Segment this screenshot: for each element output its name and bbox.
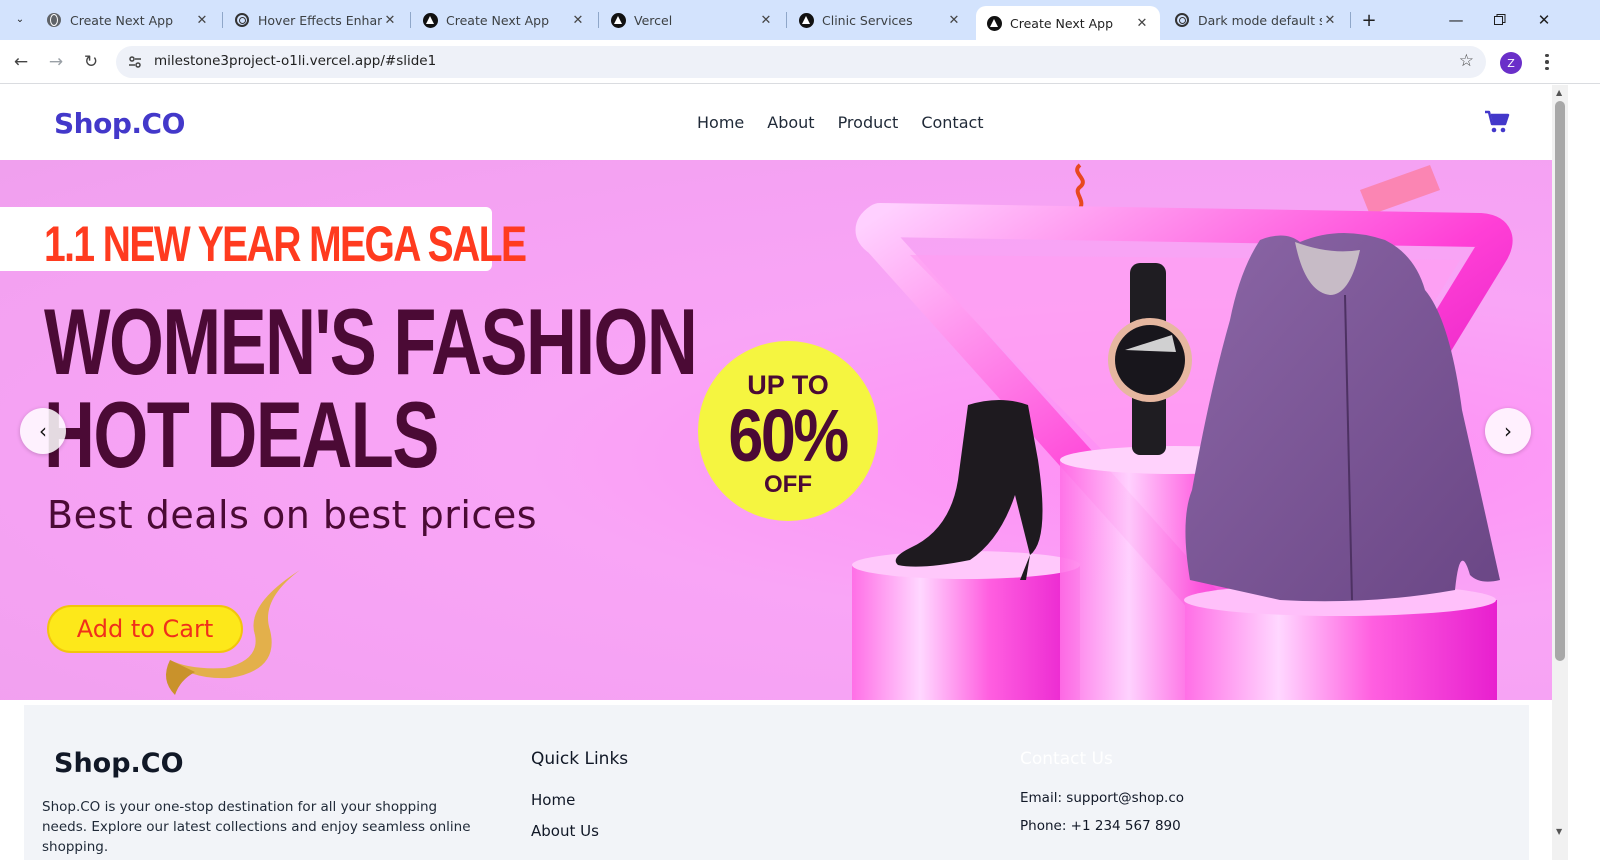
hero-headline-line-2: HOT DEALS: [44, 382, 439, 487]
tab-separator: [410, 12, 411, 28]
tab-separator: [786, 12, 787, 28]
hero-headline-line-1: WOMEN'S FASHION: [44, 289, 698, 394]
nav-product[interactable]: Product: [838, 113, 899, 132]
contact-phone: Phone: +1 234 567 890: [1020, 818, 1181, 834]
globe-icon: [46, 12, 62, 28]
tab-5[interactable]: Clinic Services ✕: [788, 7, 972, 33]
nav-home[interactable]: Home: [697, 113, 744, 132]
new-tab-plus-icon[interactable]: +: [1358, 9, 1380, 31]
vercel-icon: [610, 12, 626, 28]
scroll-thumb[interactable]: [1555, 101, 1565, 661]
sale-banner-text: 1.1 NEW YEAR MEGA SALE: [44, 216, 527, 272]
close-icon[interactable]: ✕: [382, 12, 398, 28]
openai-icon: [1174, 12, 1190, 28]
vercel-icon: [798, 12, 814, 28]
close-icon[interactable]: ✕: [1134, 15, 1150, 31]
browser-tab-bar: ⌄ Create Next App ✕ Hover Effects Enhanc…: [0, 0, 1600, 40]
browser-menu-icon[interactable]: [1540, 50, 1554, 74]
window-close-icon[interactable]: ✕: [1522, 0, 1566, 40]
tab-7[interactable]: Dark mode default set ✕: [1164, 7, 1348, 33]
tab-2[interactable]: Hover Effects Enhance ✕: [224, 7, 408, 33]
site-logo[interactable]: Shop.CO: [54, 107, 185, 140]
tab-title: Create Next App: [446, 12, 550, 28]
tab-title: Vercel: [634, 12, 673, 28]
address-bar[interactable]: milestone3project-o1li.vercel.app/#slide…: [116, 46, 1486, 78]
nav-about[interactable]: About: [767, 113, 814, 132]
vercel-icon: [422, 12, 438, 28]
carousel-next-button[interactable]: ›: [1485, 408, 1531, 454]
product-scene: [852, 163, 1513, 700]
scroll-down-arrow-icon[interactable]: ▼: [1556, 827, 1562, 836]
carousel-prev-button[interactable]: ‹: [20, 408, 66, 454]
back-arrow-icon[interactable]: ←: [8, 49, 34, 75]
hero-banner: 1.1 NEW YEAR MEGA SALE WOMEN'S FASHION H…: [0, 160, 1552, 700]
tab-title: Hover Effects Enhance: [258, 12, 382, 28]
main-nav: Home About Product Contact: [697, 113, 984, 132]
scroll-up-arrow-icon[interactable]: ▲: [1556, 88, 1562, 97]
tab-6-active[interactable]: Create Next App ✕: [976, 6, 1160, 40]
tab-title: Dark mode default set: [1198, 12, 1322, 28]
add-to-cart-button[interactable]: Add to Cart: [47, 605, 243, 653]
profile-avatar[interactable]: Z: [1500, 52, 1522, 74]
browser-toolbar: ← → ↻ milestone3project-o1li.vercel.app/…: [0, 40, 1600, 84]
close-icon[interactable]: ✕: [194, 12, 210, 28]
footer-link-about[interactable]: About Us: [531, 822, 599, 840]
close-icon[interactable]: ✕: [946, 12, 962, 28]
reload-icon[interactable]: ↻: [78, 49, 104, 75]
close-icon[interactable]: ✕: [570, 12, 586, 28]
tab-title: Create Next App: [1010, 15, 1114, 31]
tab-search-icon[interactable]: ⌄: [9, 8, 31, 30]
discount-badge: UP TO 60% OFF: [698, 341, 878, 521]
cart-icon[interactable]: [1484, 109, 1510, 135]
sale-banner: 1.1 NEW YEAR MEGA SALE: [0, 207, 527, 272]
site-settings-icon[interactable]: [126, 53, 144, 71]
page-scrollbar[interactable]: ▲ ▼: [1552, 85, 1568, 860]
close-icon[interactable]: ✕: [1322, 12, 1338, 28]
bookmark-star-icon[interactable]: ☆: [1459, 51, 1474, 71]
tab-separator: [222, 12, 223, 28]
contact-email: Email: support@shop.co: [1020, 790, 1185, 806]
tab-3[interactable]: Create Next App ✕: [412, 7, 596, 33]
tab-separator: [1350, 12, 1351, 28]
footer-link-home[interactable]: Home: [531, 791, 575, 809]
openai-icon: [234, 12, 250, 28]
quick-links-title: Quick Links: [531, 749, 629, 769]
nav-contact[interactable]: Contact: [921, 113, 983, 132]
site-footer: Shop.CO Shop.CO is your one-stop destina…: [24, 705, 1529, 860]
forward-arrow-icon[interactable]: →: [43, 49, 69, 75]
tab-1[interactable]: Create Next App ✕: [36, 7, 220, 33]
tab-separator: [598, 12, 599, 28]
tab-4[interactable]: Vercel ✕: [600, 7, 784, 33]
footer-description: Shop.CO is your one-stop destination for…: [42, 799, 471, 855]
minimize-icon[interactable]: —: [1434, 0, 1478, 40]
vercel-icon: [986, 15, 1002, 31]
site-header: Shop.CO Home About Product Contact: [0, 85, 1552, 160]
badge-percent: 60%: [728, 393, 850, 477]
footer-logo[interactable]: Shop.CO: [54, 748, 184, 779]
tab-title: Create Next App: [70, 12, 174, 28]
restore-icon[interactable]: [1478, 0, 1522, 40]
tab-title: Clinic Services: [822, 12, 913, 28]
close-icon[interactable]: ✕: [758, 12, 774, 28]
contact-title: Contact Us: [1020, 749, 1113, 769]
url-text[interactable]: milestone3project-o1li.vercel.app/#slide…: [154, 53, 436, 69]
hero-subheading: Best deals on best prices: [47, 493, 538, 537]
